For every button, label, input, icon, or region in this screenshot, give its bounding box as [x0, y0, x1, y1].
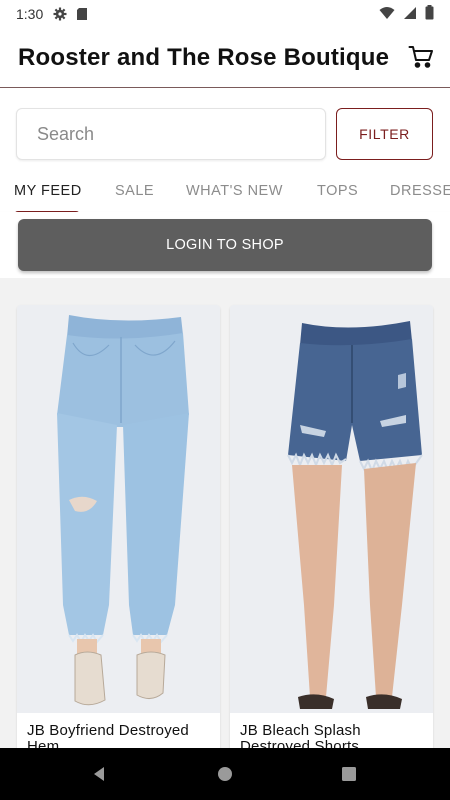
search-input[interactable]	[37, 123, 305, 145]
product-card[interactable]: JB Boyfriend Destroyed Hem	[17, 305, 220, 748]
battery-icon	[425, 5, 434, 23]
product-image-jeans[interactable]	[17, 305, 220, 713]
cart-button[interactable]	[408, 44, 434, 70]
product-card[interactable]: JB Bleach Splash Destroyed Shorts	[230, 305, 433, 748]
product-feed[interactable]: JB Boyfriend Destroyed Hem JB Bleach Spl…	[0, 278, 450, 748]
search-box[interactable]	[16, 108, 326, 160]
login-to-shop-button[interactable]: LOGIN TO SHOP	[18, 219, 432, 271]
store-title: Rooster and The Rose Boutique	[18, 43, 390, 71]
wifi-icon	[379, 6, 395, 23]
app-header: Rooster and The Rose Boutique	[0, 28, 450, 88]
search-row: FILTER	[16, 108, 434, 160]
signal-icon	[403, 6, 417, 23]
login-banner: LOGIN TO SHOP	[0, 212, 450, 278]
filter-button[interactable]: FILTER	[336, 108, 433, 160]
product-image-shorts[interactable]	[230, 305, 433, 713]
back-icon[interactable]	[91, 766, 107, 782]
tab-my-feed[interactable]: MY FEED	[14, 183, 82, 199]
gear-icon	[53, 7, 67, 21]
tab-sale[interactable]: SALE	[115, 183, 154, 199]
product-name[interactable]: JB Boyfriend Destroyed Hem	[17, 713, 220, 749]
sd-card-icon	[75, 7, 89, 21]
recents-icon[interactable]	[341, 766, 357, 782]
tab-whats-new[interactable]: WHAT'S NEW	[186, 183, 283, 199]
home-icon[interactable]	[217, 766, 233, 782]
cart-icon	[408, 46, 434, 74]
status-time: 1:30	[16, 6, 44, 22]
product-name[interactable]: JB Bleach Splash Destroyed Shorts	[230, 713, 433, 749]
tab-dresses[interactable]: DRESSES	[390, 183, 450, 199]
status-bar: 1:30	[0, 0, 450, 28]
system-nav-bar	[0, 748, 450, 800]
tab-tops[interactable]: TOPS	[317, 183, 358, 199]
